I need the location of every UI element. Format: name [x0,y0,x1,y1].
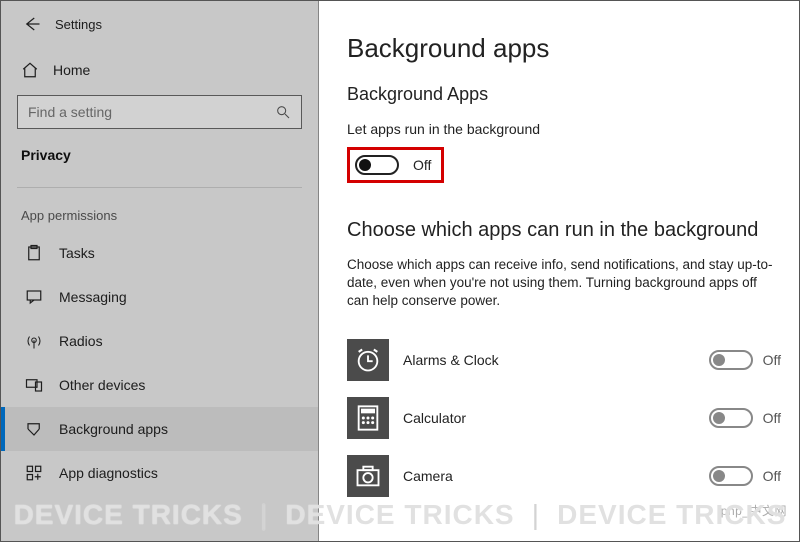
sidebar-item-messaging[interactable]: Messaging [1,275,318,319]
app-toggle-state: Off [763,352,781,368]
sidebar-item-label: App diagnostics [59,465,158,481]
app-row: Alarms & Clock Off [347,331,781,389]
back-button[interactable] [23,15,41,33]
subheading: Background Apps [347,84,781,105]
sidebar-item-label: Tasks [59,245,95,261]
sidebar-home-label: Home [53,62,90,78]
sidebar-home[interactable]: Home [1,51,318,89]
search-box[interactable] [17,95,302,129]
app-toggle-state: Off [763,468,781,484]
sidebar-item-label: Other devices [59,377,145,393]
home-icon [21,61,39,79]
app-name: Calculator [403,410,709,426]
app-name: Camera [403,468,709,484]
app-name: Alarms & Clock [403,352,709,368]
sidebar-privacy-header: Privacy [1,143,318,177]
master-toggle-label: Let apps run in the background [347,121,781,137]
app-toggle[interactable] [709,466,753,486]
background-apps-icon [25,420,43,438]
search-icon [275,104,291,120]
diagnostics-icon [25,464,43,482]
app-toggle[interactable] [709,350,753,370]
master-toggle-state: Off [413,157,431,173]
choose-description: Choose which apps can receive info, send… [347,256,781,311]
sidebar-item-background-apps[interactable]: Background apps [1,407,318,451]
sidebar: Settings Home Privacy App permissions [1,1,319,541]
settings-window: Settings Home Privacy App permissions [0,0,800,542]
divider [17,187,302,188]
highlight-box: Off [347,147,444,183]
arrow-left-icon [23,15,41,33]
sidebar-item-radios[interactable]: Radios [1,319,318,363]
sidebar-item-label: Radios [59,333,103,349]
radios-icon [25,332,43,350]
app-toggle[interactable] [709,408,753,428]
sidebar-item-label: Messaging [59,289,127,305]
clipboard-icon [25,244,43,262]
app-toggle-state: Off [763,410,781,426]
main-content: Background apps Background Apps Let apps… [319,1,799,541]
php-watermark: php_中文网 [721,502,787,519]
choose-heading: Choose which apps can run in the backgro… [347,219,781,242]
alarms-clock-icon [347,339,389,381]
sidebar-item-app-diagnostics[interactable]: App diagnostics [1,451,318,495]
sidebar-item-other-devices[interactable]: Other devices [1,363,318,407]
search-input[interactable] [28,104,275,120]
sidebar-section-header: App permissions [1,198,318,231]
calculator-icon [347,397,389,439]
camera-icon [347,455,389,497]
app-row: Calculator Off [347,389,781,447]
app-row: Camera Off [347,447,781,505]
toggle-knob [359,159,371,171]
messaging-icon [25,288,43,306]
page-title: Background apps [347,33,781,64]
window-title: Settings [55,17,102,32]
devices-icon [25,376,43,394]
sidebar-item-tasks[interactable]: Tasks [1,231,318,275]
master-toggle[interactable] [355,155,399,175]
sidebar-item-label: Background apps [59,421,168,437]
